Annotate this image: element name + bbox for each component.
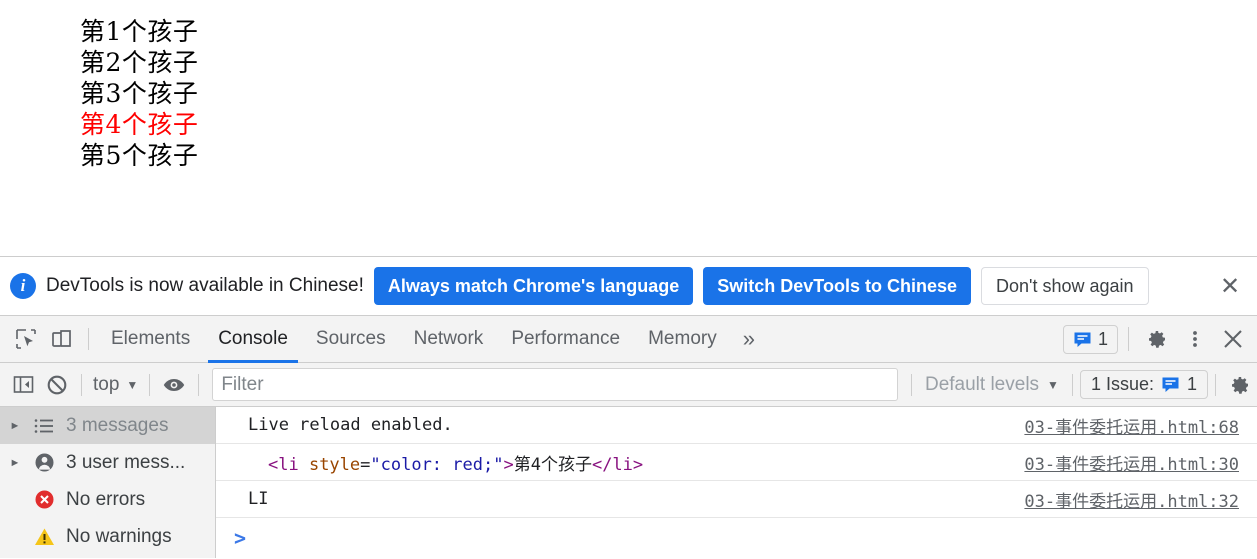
always-match-language-button[interactable]: Always match Chrome's language	[373, 267, 694, 305]
list-item: 第3个孩子	[80, 79, 199, 108]
log-levels-label: Default levels	[924, 373, 1040, 395]
html-token: </li>	[591, 454, 644, 475]
console-sidebar: ► 3 messages ► 3 user mess... No errors …	[0, 407, 216, 558]
html-token: 第4个孩子	[513, 454, 592, 475]
message-bubble-icon	[1074, 332, 1091, 347]
console-message-html: <li style="color: red;">第4个孩子</li>	[268, 450, 643, 475]
console-message-list: Live reload enabled. 03-事件委托运用.html:68 <…	[216, 407, 1257, 558]
list-item: 第5个孩子	[80, 141, 199, 170]
chevron-down-icon: ▼	[1047, 377, 1059, 392]
console-body: ► 3 messages ► 3 user mess... No errors …	[0, 407, 1257, 558]
divider	[88, 328, 89, 350]
tab-performance[interactable]: Performance	[497, 316, 634, 363]
close-icon[interactable]: ✕	[1213, 269, 1247, 303]
show-console-sidebar-icon[interactable]	[6, 368, 40, 402]
list-icon	[31, 418, 57, 434]
list-item: 第1个孩子	[80, 17, 199, 46]
issues-label: 1 Issue:	[1090, 374, 1154, 394]
expand-arrow-icon[interactable]: ►	[8, 420, 22, 432]
device-toolbar-icon[interactable]	[44, 321, 80, 357]
console-message-text: LI	[248, 489, 269, 509]
warning-icon	[31, 527, 57, 547]
sidebar-item-errors[interactable]: ► No errors	[0, 481, 215, 518]
log-levels-selector[interactable]: Default levels ▼	[919, 374, 1065, 396]
console-message-row[interactable]: <li style="color: red;">第4个孩子</li> 03-事件…	[216, 444, 1257, 481]
html-token: >	[503, 454, 514, 475]
divider	[81, 373, 82, 396]
clear-console-icon[interactable]	[40, 368, 74, 402]
sidebar-item-label: 3 messages	[66, 414, 169, 436]
close-icon[interactable]	[1215, 321, 1251, 357]
issues-badge[interactable]: 1	[1062, 324, 1118, 354]
html-token: style	[308, 454, 361, 475]
source-link[interactable]: 03-事件委托运用.html:30	[1004, 450, 1239, 475]
list-item: 第4个孩子	[80, 110, 199, 139]
tab-console[interactable]: Console	[204, 316, 302, 363]
expand-arrow-icon[interactable]: ►	[8, 457, 22, 469]
console-message-text: Live reload enabled.	[248, 415, 453, 435]
kebab-menu-icon[interactable]	[1177, 321, 1213, 357]
sidebar-item-label: No errors	[66, 488, 146, 510]
console-toolbar: top ▼ Default levels ▼ 1 Issue: 1	[0, 363, 1257, 407]
issues-count: 1	[1097, 328, 1108, 349]
console-prompt[interactable]: >	[216, 518, 1257, 558]
sidebar-item-label: 3 user mess...	[66, 451, 186, 473]
html-token: <li	[268, 454, 309, 475]
issues-counter-button[interactable]: 1 Issue: 1	[1079, 370, 1208, 399]
sidebar-item-user-messages[interactable]: ► 3 user mess...	[0, 444, 215, 481]
tab-elements[interactable]: Elements	[97, 316, 204, 363]
tabbar-actions: 1	[1062, 321, 1257, 357]
info-icon: i	[10, 273, 36, 299]
divider	[1215, 373, 1216, 396]
divider	[198, 373, 200, 396]
banner-message: DevTools is now available in Chinese!	[46, 275, 364, 296]
tab-memory[interactable]: Memory	[634, 316, 731, 363]
message-bubble-icon	[1162, 377, 1179, 392]
devtools-tabbar: Elements Console Sources Network Perform…	[0, 316, 1257, 363]
devtools-panel: i DevTools is now available in Chinese! …	[0, 256, 1257, 559]
html-token: =	[360, 454, 371, 475]
child-list: 第1个孩子 第2个孩子 第3个孩子 第4个孩子 第5个孩子	[80, 16, 198, 171]
chevron-double-right-icon[interactable]: »	[731, 326, 767, 352]
divider	[1071, 373, 1073, 396]
execution-context-selector[interactable]: top ▼	[89, 374, 142, 396]
filter-input[interactable]	[212, 368, 898, 401]
divider	[149, 373, 151, 396]
divider	[910, 373, 912, 396]
error-icon	[31, 489, 57, 510]
tab-network[interactable]: Network	[400, 316, 498, 363]
dont-show-again-button[interactable]: Don't show again	[980, 267, 1149, 305]
html-token: "color: red;"	[370, 454, 504, 475]
tab-sources[interactable]: Sources	[302, 316, 400, 363]
sidebar-item-label: No warnings	[66, 525, 172, 547]
prompt-caret-icon: >	[234, 526, 247, 550]
page-viewport: 第1个孩子 第2个孩子 第3个孩子 第4个孩子 第5个孩子	[0, 0, 1257, 256]
source-link[interactable]: 03-事件委托运用.html:68	[1004, 413, 1239, 438]
sidebar-item-warnings[interactable]: ► No warnings	[0, 518, 215, 555]
divider	[1128, 327, 1129, 351]
inspect-element-icon[interactable]	[8, 321, 44, 357]
list-item: 第2个孩子	[80, 48, 199, 77]
sidebar-item-messages[interactable]: ► 3 messages	[0, 407, 215, 444]
gear-icon[interactable]	[1139, 321, 1175, 357]
switch-devtools-to-chinese-button[interactable]: Switch DevTools to Chinese	[703, 267, 971, 305]
language-banner: i DevTools is now available in Chinese! …	[0, 257, 1257, 316]
console-message-row[interactable]: LI 03-事件委托运用.html:32	[216, 481, 1257, 518]
source-link[interactable]: 03-事件委托运用.html:32	[1004, 487, 1239, 512]
live-expression-icon[interactable]	[157, 368, 191, 402]
console-message-row[interactable]: Live reload enabled. 03-事件委托运用.html:68	[216, 407, 1257, 444]
issues-count: 1	[1186, 374, 1197, 394]
user-icon	[31, 452, 57, 473]
chevron-down-icon: ▼	[126, 377, 139, 392]
execution-context-label: top	[93, 373, 120, 395]
gear-icon[interactable]	[1223, 368, 1257, 402]
